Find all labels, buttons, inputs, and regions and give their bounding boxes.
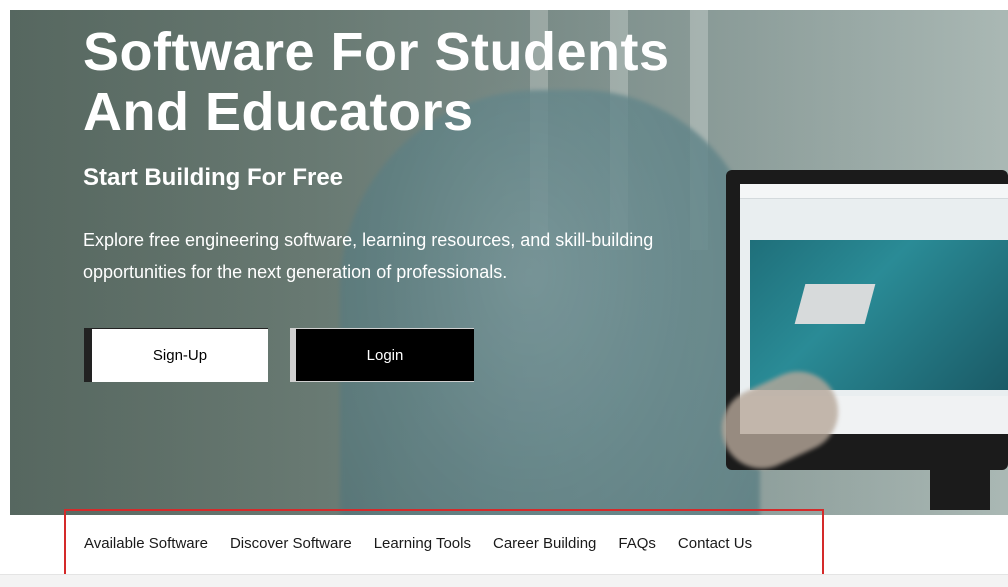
screen-building <box>794 284 876 324</box>
hero-description: Explore free engineering software, learn… <box>83 224 783 288</box>
screen-video <box>750 240 1008 390</box>
title-line-1: Software For Students <box>83 22 670 82</box>
nav-item-available-software[interactable]: Available Software <box>84 535 208 552</box>
nav-item-career-building[interactable]: Career Building <box>493 535 596 552</box>
nav-item-faqs[interactable]: FAQs <box>618 535 656 552</box>
page-subtitle: Start Building For Free <box>83 164 344 191</box>
description-line-2: opportunities for the next generation of… <box>83 262 508 282</box>
signup-button[interactable]: Sign-Up <box>84 328 268 382</box>
secondary-nav: Available Software Discover Software Lea… <box>64 509 824 577</box>
nav-item-contact-us[interactable]: Contact Us <box>678 535 752 552</box>
title-line-2: And Educators <box>83 82 474 142</box>
page-divider <box>0 574 1008 587</box>
nav-item-discover-software[interactable]: Discover Software <box>230 535 352 552</box>
monitor-base <box>930 470 990 510</box>
login-button[interactable]: Login <box>290 328 474 382</box>
page-title: Software For Students And Educators <box>83 22 670 142</box>
nav-item-learning-tools[interactable]: Learning Tools <box>374 535 471 552</box>
description-line-1: Explore free engineering software, learn… <box>83 230 654 250</box>
screen-browser-bar <box>740 184 1008 199</box>
